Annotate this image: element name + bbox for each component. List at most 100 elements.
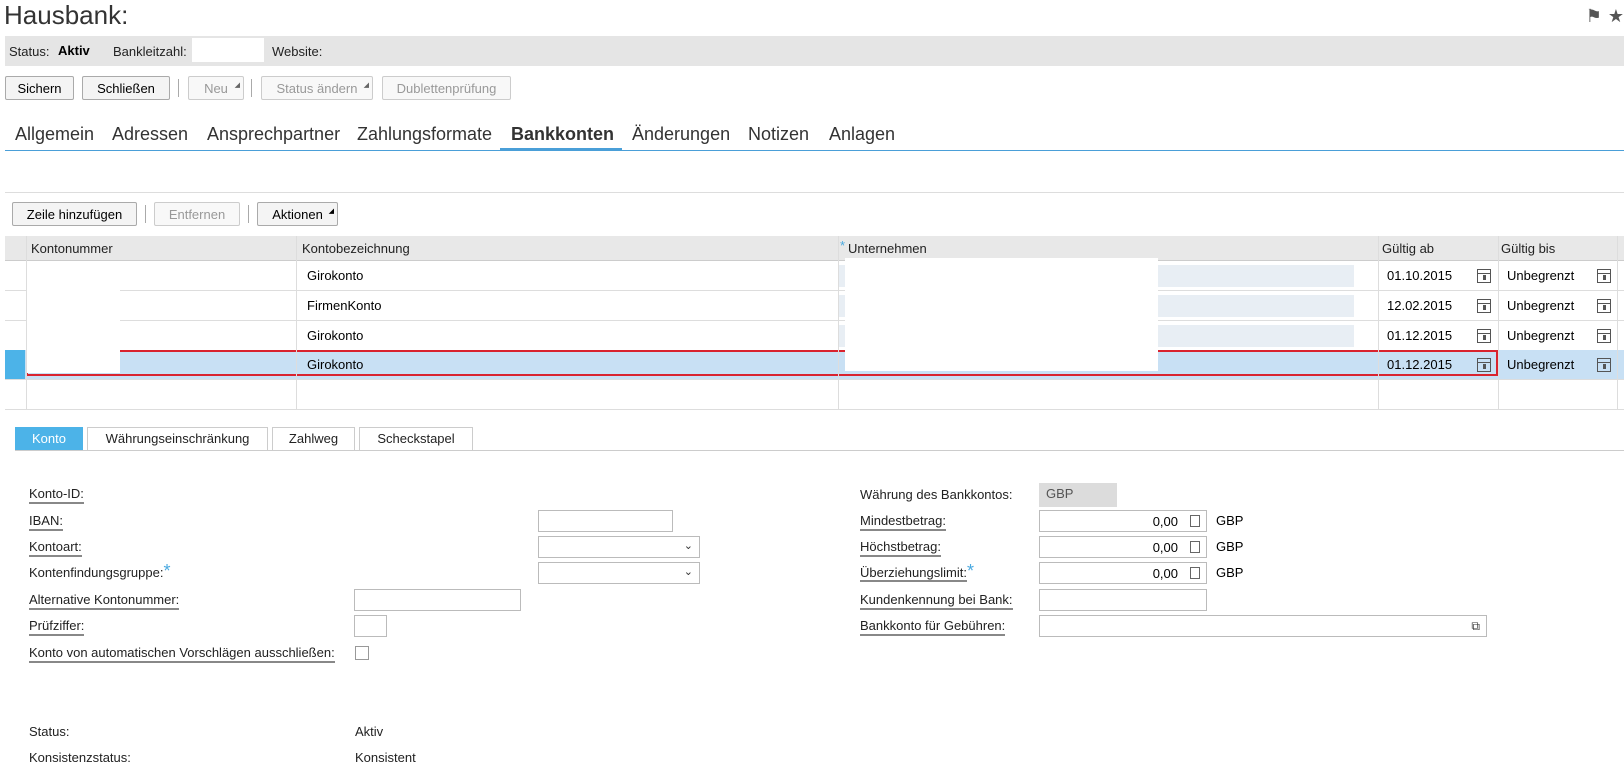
grid-column-divider (838, 236, 839, 410)
section-divider (5, 192, 1624, 193)
mindestbetrag-value: 0,00 (1152, 514, 1178, 529)
dropdown-arrow-icon: ◢ (328, 208, 334, 215)
col-unternehmen[interactable]: Unternehmen (848, 241, 927, 256)
alt-kontonummer-input[interactable] (354, 589, 521, 611)
cell-kontobezeichnung: FirmenKonto (307, 298, 382, 313)
hoechstbetrag-value: 0,00 (1152, 540, 1178, 555)
change-status-button[interactable]: Status ändern ◢ (261, 76, 373, 100)
cell-kontobezeichnung: Girokonto (307, 268, 364, 283)
toolbar-separator (251, 79, 252, 97)
konto-id-label: Konto-ID: (29, 486, 84, 504)
exclude-auto-label: Konto von automatischen Vorschlägen auss… (29, 645, 335, 663)
subtab-konto[interactable]: Konto (15, 427, 83, 451)
gebuehren-input[interactable]: ⧉ (1039, 615, 1487, 637)
grid-column-divider (296, 236, 297, 410)
save-button[interactable]: Sichern (5, 76, 74, 100)
pruefziffer-input[interactable] (354, 615, 387, 637)
redacted-area (27, 261, 120, 373)
page-title: Hausbank: (4, 0, 129, 30)
subtab-scheckstapel[interactable]: Scheckstapel (359, 427, 473, 451)
col-gueltig-bis[interactable]: Gültig bis (1501, 241, 1555, 256)
subtab-divider (15, 450, 1624, 451)
col-kontonummer[interactable]: Kontonummer (31, 241, 113, 256)
status-value: Aktiv (355, 724, 384, 739)
cell-gueltig-bis: Unbegrenzt (1507, 328, 1575, 343)
iban-input[interactable] (538, 510, 673, 532)
tab-notizen[interactable]: Notizen (748, 124, 809, 145)
actions-button[interactable]: Aktionen ◢ (257, 202, 338, 226)
table-row[interactable]: FirmenKonto 12.02.2015 Unbegrenzt (5, 291, 1624, 321)
cell-kontobezeichnung: Girokonto (307, 328, 364, 343)
tab-bankkonten[interactable]: Bankkonten (511, 124, 614, 145)
kontenfindungsgruppe-select[interactable]: ⌄ (538, 562, 700, 584)
currency-label: GBP (1216, 565, 1244, 580)
star-icon[interactable]: ★ (1608, 6, 1624, 26)
row-selector[interactable] (5, 350, 25, 379)
add-row-button[interactable]: Zeile hinzufügen (12, 202, 137, 226)
kontenfindungsgruppe-text: Kontenfindungsgruppe: (29, 565, 164, 580)
blz-label: Bankleitzahl: (113, 44, 187, 59)
new-button-label: Neu (204, 81, 228, 96)
tab-adressen[interactable]: Adressen (112, 124, 188, 145)
grid-column-divider (1617, 236, 1618, 410)
kundenkennung-input[interactable] (1039, 589, 1207, 611)
redacted-area (845, 258, 1158, 371)
header-icons: ⚑ ★ (1580, 6, 1624, 27)
website-label: Website: (272, 44, 323, 59)
chevron-down-icon: ⌄ (683, 540, 693, 552)
hoechstbetrag-input[interactable]: 0,00 (1039, 536, 1207, 558)
calendar-icon[interactable] (1597, 269, 1611, 283)
calendar-icon[interactable] (1597, 299, 1611, 313)
table-row[interactable]: Girokonto 01.10.2015 Unbegrenzt (5, 261, 1624, 291)
required-marker: * (163, 561, 171, 581)
cell-gueltig-ab: 01.12.2015 (1387, 328, 1453, 343)
ueberziehung-input[interactable]: 0,00 (1039, 562, 1207, 584)
exclude-auto-checkbox[interactable] (355, 646, 369, 660)
col-kontobezeichnung[interactable]: Kontobezeichnung (302, 241, 410, 256)
ueberziehung-label: Überziehungslimit:* (860, 562, 974, 582)
duplicate-check-button[interactable]: Dublettenprüfung (382, 76, 511, 100)
calendar-icon[interactable] (1477, 269, 1491, 283)
table-row-empty[interactable] (5, 380, 1624, 410)
tab-anlagen[interactable]: Anlagen (829, 124, 895, 145)
konsistenz-value: Konsistent (355, 750, 416, 765)
tab-ansprechpartner[interactable]: Ansprechpartner (207, 124, 340, 145)
flag-icon[interactable]: ⚑ (1586, 6, 1602, 26)
calculator-icon[interactable] (1190, 515, 1200, 527)
calendar-icon[interactable] (1597, 358, 1611, 372)
chevron-down-icon: ⌄ (683, 566, 693, 578)
calculator-icon[interactable] (1190, 567, 1200, 579)
konsistenz-label: Konsistenzstatus: (29, 750, 131, 765)
grid-header: Kontonummer Kontobezeichnung * Unternehm… (5, 236, 1624, 261)
mindestbetrag-input[interactable]: 0,00 (1039, 510, 1207, 532)
calendar-icon[interactable] (1597, 329, 1611, 343)
status-label: Status: (9, 44, 50, 59)
close-button[interactable]: Schließen (82, 76, 170, 100)
toolbar-separator (178, 79, 179, 97)
tab-aenderungen[interactable]: Änderungen (632, 124, 730, 145)
status-label: Status: (29, 724, 70, 739)
calculator-icon[interactable] (1190, 541, 1200, 553)
subtab-zahlweg[interactable]: Zahlweg (272, 427, 355, 451)
ueberziehung-value: 0,00 (1152, 566, 1178, 581)
kontoart-select[interactable]: ⌄ (538, 536, 700, 558)
col-gueltig-ab[interactable]: Gültig ab (1382, 241, 1434, 256)
tab-allgemein[interactable]: Allgemein (15, 124, 94, 145)
remove-button[interactable]: Entfernen (154, 202, 240, 226)
hoechstbetrag-label: Höchstbetrag: (860, 539, 941, 557)
active-tab-indicator (500, 148, 622, 151)
calendar-icon[interactable] (1477, 299, 1491, 313)
open-popup-icon[interactable]: ⧉ (1471, 619, 1480, 634)
tab-zahlungsformate[interactable]: Zahlungsformate (357, 124, 492, 145)
cell-gueltig-bis: Unbegrenzt (1507, 268, 1575, 283)
status-value: Aktiv (58, 43, 90, 58)
calendar-icon[interactable] (1477, 329, 1491, 343)
new-button[interactable]: Neu ◢ (188, 76, 244, 100)
subtab-waehrungseinschraenkung[interactable]: Währungseinschränkung (87, 427, 268, 451)
blz-value (192, 38, 264, 62)
selection-highlight (26, 350, 1498, 376)
kontoart-label: Kontoart: (29, 539, 82, 557)
change-status-label: Status ändern (276, 81, 358, 96)
cell-gueltig-ab: 01.10.2015 (1387, 268, 1453, 283)
table-row[interactable]: Girokonto 01.12.2015 Unbegrenzt (5, 321, 1624, 351)
